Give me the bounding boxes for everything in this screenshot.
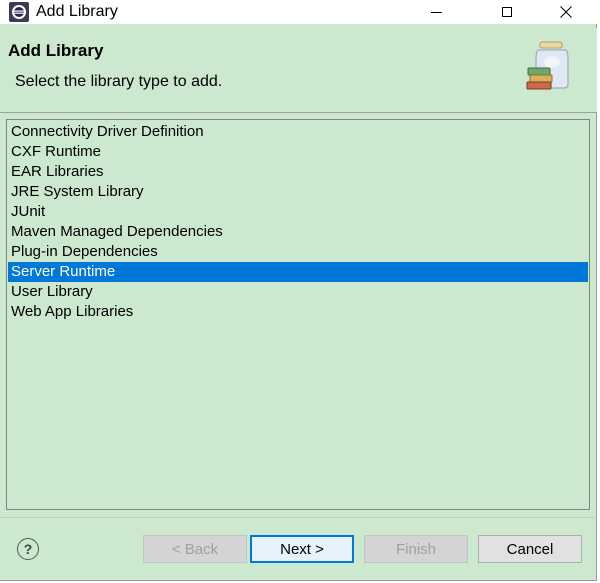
list-item[interactable]: JUnit [8, 202, 588, 222]
cancel-button[interactable]: Cancel [478, 535, 582, 563]
header-divider [0, 112, 597, 113]
page-title: Add Library [8, 41, 104, 60]
next-button[interactable]: Next > [250, 535, 354, 563]
library-type-list[interactable]: Connectivity Driver Definition CXF Runtim… [6, 119, 590, 510]
help-icon: ? [23, 541, 33, 557]
help-button[interactable]: ? [17, 538, 39, 560]
maximize-button[interactable] [484, 0, 530, 24]
window-title: Add Library [36, 3, 118, 20]
list-item[interactable]: JRE System Library [8, 182, 588, 202]
list-item[interactable]: Web App Libraries [8, 302, 588, 322]
minimize-icon [430, 11, 442, 13]
maximize-icon [502, 7, 512, 17]
list-item[interactable]: Plug-in Dependencies [8, 242, 588, 262]
minimize-button[interactable] [413, 0, 459, 24]
list-item[interactable]: EAR Libraries [8, 162, 588, 182]
eclipse-icon [9, 2, 29, 22]
page-description: Select the library type to add. [15, 73, 223, 90]
list-item[interactable]: User Library [8, 282, 588, 302]
button-bar-divider [0, 517, 597, 518]
finish-button[interactable]: Finish [364, 535, 468, 563]
close-button[interactable] [543, 0, 589, 24]
list-item[interactable]: Connectivity Driver Definition [8, 122, 588, 142]
list-item[interactable]: Server Runtime [8, 262, 588, 282]
close-icon [560, 6, 572, 18]
list-item[interactable]: CXF Runtime [8, 142, 588, 162]
add-library-dialog: Add Library Add Library Select the libra… [0, 0, 597, 581]
back-button[interactable]: < Back [143, 535, 247, 563]
library-jar-icon [526, 41, 569, 90]
list-item[interactable]: Maven Managed Dependencies [8, 222, 588, 242]
wizard-header: Add Library Select the library type to a… [0, 28, 597, 112]
title-bar[interactable]: Add Library [0, 0, 597, 24]
